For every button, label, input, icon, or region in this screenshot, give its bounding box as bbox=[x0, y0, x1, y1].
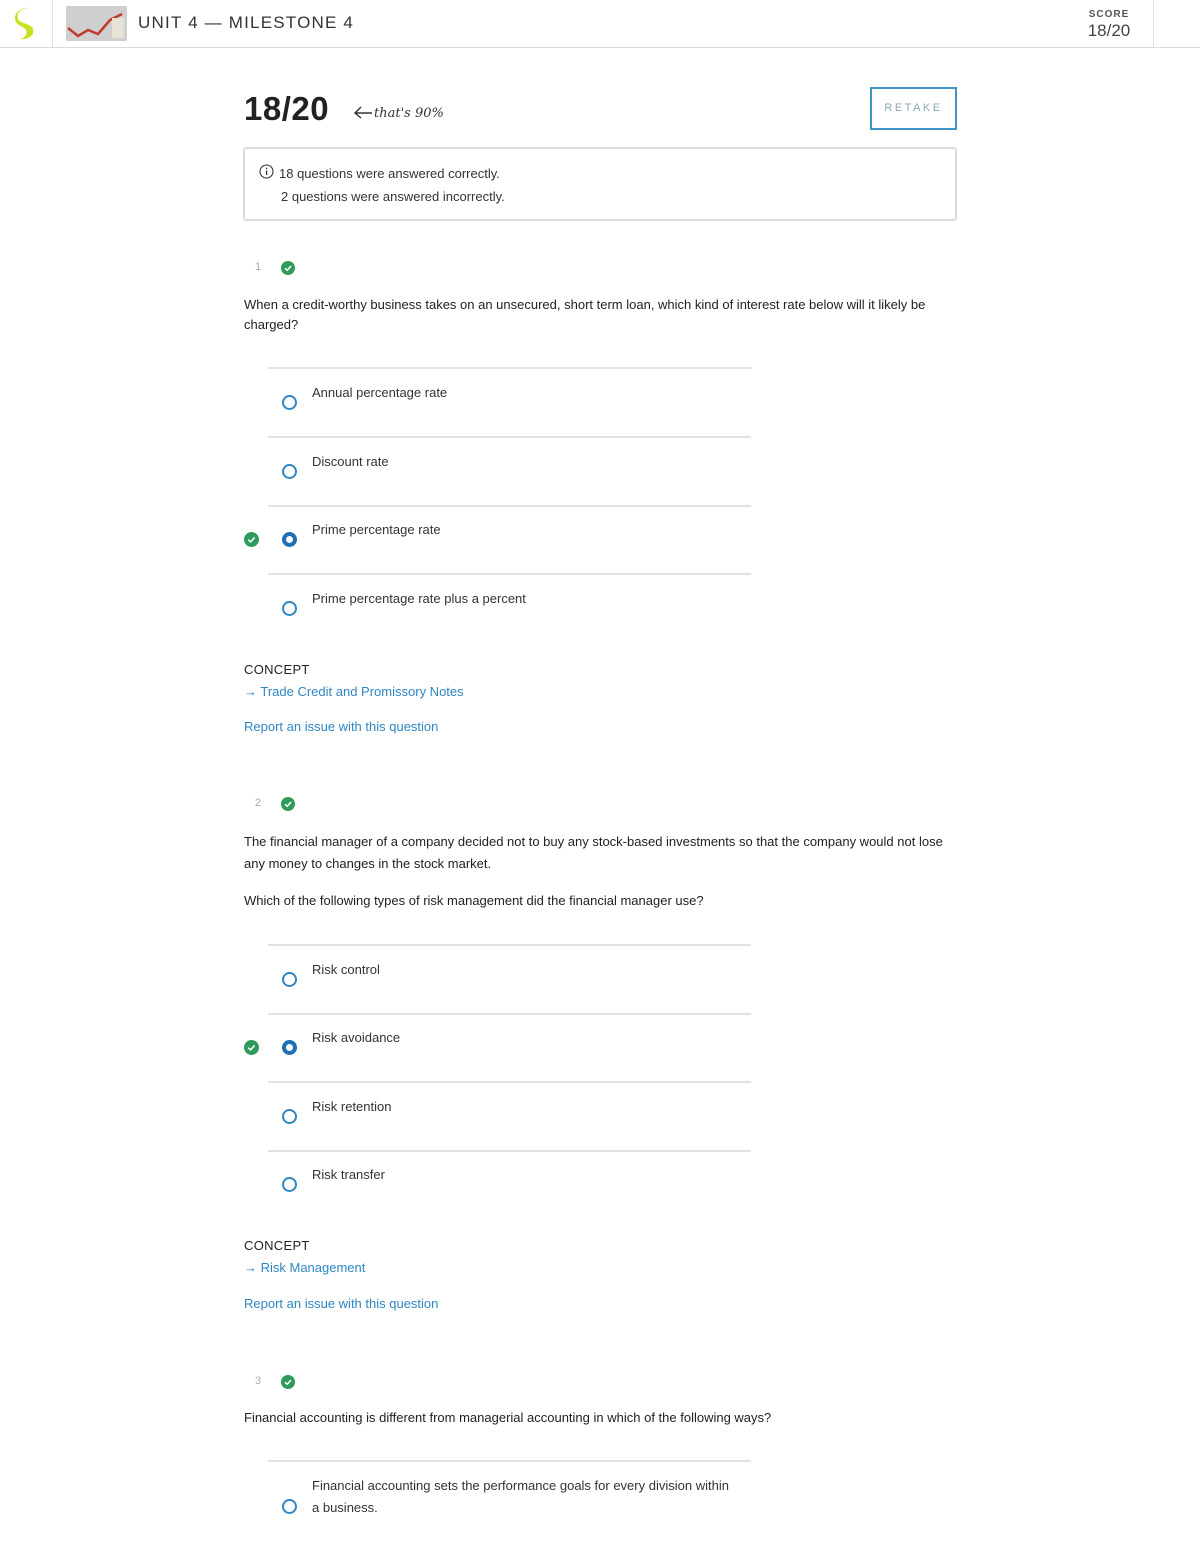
question-correct-check-icon bbox=[281, 261, 295, 275]
report-issue-link[interactable]: Report an issue with this question bbox=[244, 1296, 438, 1311]
option-radio[interactable] bbox=[282, 1177, 297, 1192]
handwritten-arrow-icon bbox=[353, 106, 372, 119]
concept-label: CONCEPT bbox=[244, 662, 310, 677]
option-divider bbox=[268, 367, 751, 369]
summary-correct-text: 18 questions were answered correctly. bbox=[279, 166, 500, 181]
question-text-followup: Which of the following types of risk man… bbox=[244, 893, 704, 908]
option-label: Risk transfer bbox=[312, 1167, 385, 1182]
unit-thumbnail-image bbox=[66, 6, 127, 41]
question-text: When a credit-worthy business takes on a… bbox=[244, 297, 926, 332]
report-issue-link[interactable]: Report an issue with this question bbox=[244, 719, 438, 734]
option-label: Prime percentage rate plus a percent bbox=[312, 591, 526, 606]
option-radio[interactable] bbox=[282, 972, 297, 987]
option-radio[interactable] bbox=[282, 1109, 297, 1124]
question-correct-check-icon bbox=[281, 1375, 295, 1389]
option-divider bbox=[268, 944, 751, 946]
score-label: SCORE bbox=[1088, 9, 1130, 20]
option-label: Annual percentage rate bbox=[312, 385, 448, 400]
option-label: Risk avoidance bbox=[312, 1030, 401, 1045]
results-summary-box: 18 questions were answered correctly. 2 … bbox=[243, 147, 957, 221]
option-divider bbox=[268, 1460, 751, 1462]
option-label: Discount rate bbox=[312, 454, 389, 469]
concept-link[interactable]: → Risk Management bbox=[244, 1260, 365, 1275]
option-divider bbox=[268, 573, 751, 575]
result-score: 18/20 bbox=[244, 90, 330, 127]
option-divider bbox=[268, 1013, 751, 1015]
question-number: 1 bbox=[255, 261, 262, 273]
score-value: 18/20 bbox=[1087, 21, 1131, 40]
unit-title: UNIT 4 — MILESTONE 4 bbox=[138, 13, 355, 32]
option-radio[interactable] bbox=[282, 464, 297, 479]
option-divider bbox=[268, 1150, 751, 1152]
question-text: Financial accounting is different from m… bbox=[244, 1410, 772, 1425]
sophia-logo-icon bbox=[15, 7, 34, 40]
option-divider bbox=[268, 1081, 751, 1083]
option-divider bbox=[268, 436, 751, 438]
question-text: The financial manager of a company decid… bbox=[244, 834, 943, 871]
correct-answer-check-icon bbox=[244, 1040, 259, 1055]
option-divider bbox=[268, 505, 751, 507]
concept-label: CONCEPT bbox=[244, 1238, 310, 1253]
info-icon bbox=[259, 164, 274, 179]
top-bar: UNIT 4 — MILESTONE 4 SCORE 18/20 bbox=[0, 0, 1200, 48]
question-number: 2 bbox=[255, 797, 262, 809]
question-correct-check-icon bbox=[281, 797, 295, 811]
option-radio-selected[interactable] bbox=[282, 1040, 297, 1055]
option-label: Prime percentage rate bbox=[312, 522, 441, 537]
option-radio[interactable] bbox=[282, 1499, 297, 1514]
summary-incorrect-text: 2 questions were answered incorrectly. bbox=[281, 189, 505, 204]
option-label: Risk control bbox=[312, 962, 380, 977]
logo-home-button[interactable] bbox=[0, 0, 53, 47]
option-radio[interactable] bbox=[282, 601, 297, 616]
retake-button[interactable]: RETAKE bbox=[870, 87, 957, 130]
score-widget: SCORE 18/20 bbox=[1068, 0, 1154, 47]
option-label: Financial accounting sets the performanc… bbox=[312, 1478, 729, 1515]
option-label: Risk retention bbox=[312, 1099, 392, 1114]
option-radio[interactable] bbox=[282, 395, 297, 410]
concept-link[interactable]: → Trade Credit and Promissory Notes bbox=[244, 684, 464, 699]
question-number: 3 bbox=[255, 1375, 262, 1387]
correct-answer-check-icon bbox=[244, 532, 259, 547]
option-radio-selected[interactable] bbox=[282, 532, 297, 547]
handwritten-note: that's 90% bbox=[374, 106, 444, 121]
